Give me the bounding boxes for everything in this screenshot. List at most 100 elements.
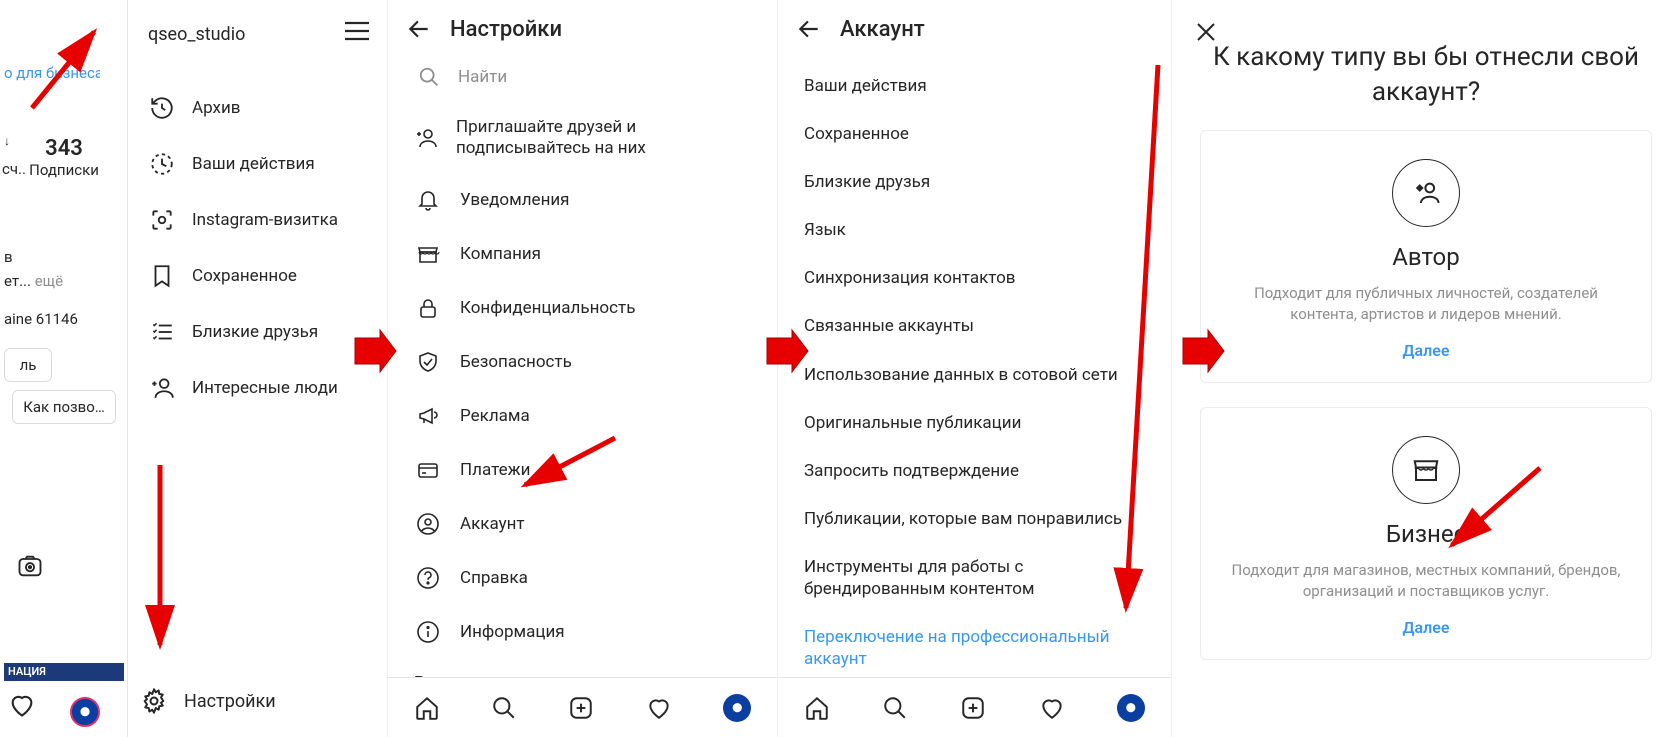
account-item-branded-content[interactable]: Инструменты для работы с брендированным … [778, 543, 1171, 613]
menu-discover-people[interactable]: Интересные люди [140, 360, 388, 416]
item-label: Уведомления [460, 190, 570, 210]
account-item-close-friends[interactable]: Близкие друзья [778, 158, 1171, 206]
switch-to-professional-link[interactable]: Переключение на профессиональный аккаунт [778, 613, 1171, 683]
menu-your-activity[interactable]: Ваши действия [140, 136, 388, 192]
clock-icon [148, 150, 176, 178]
menu-label: Архив [192, 98, 240, 118]
search-field[interactable]: Найти [388, 58, 777, 96]
card-business[interactable]: Бизнес Подходит для магазинов, местных к… [1200, 407, 1652, 660]
business-tools-link[interactable]: о для бизнеса [0, 64, 100, 82]
account-item-contacts-sync[interactable]: Синхронизация контактов [778, 254, 1171, 302]
help-icon [414, 564, 442, 592]
add-post-icon[interactable] [568, 695, 594, 721]
bell-icon [414, 186, 442, 214]
subscriptions-count: 343 [14, 136, 114, 161]
account-type-question: К какому типу вы бы отнесли свой аккаунт… [1172, 0, 1680, 130]
bookmark-icon [148, 262, 176, 290]
menu-nametag[interactable]: Instagram-визитка [140, 192, 388, 248]
menu-label: Instagram-визитка [192, 210, 338, 230]
story-thumbnail[interactable]: НАЦИЯ [4, 663, 124, 681]
search-icon [418, 66, 440, 88]
menu-label: Интересные люди [192, 378, 338, 398]
card-title: Автор [1221, 243, 1631, 271]
menu-label: Ваши действия [192, 154, 315, 174]
activity-heart-icon[interactable] [646, 695, 672, 721]
menu-label: Сохраненное [192, 266, 297, 286]
activity-heart-icon[interactable] [1039, 695, 1065, 721]
add-post-icon[interactable] [960, 695, 986, 721]
subscriptions-stat[interactable]: 343 Подписки ↓ сч.. [14, 136, 114, 179]
settings-item-security[interactable]: Безопасность [388, 335, 777, 389]
settings-list: Приглашайте друзей и подписывайтесь на н… [388, 96, 777, 708]
panel-account-type: К какому типу вы бы отнесли свой аккаунт… [1172, 0, 1680, 737]
account-item-request-verification[interactable]: Запросить подтверждение [778, 447, 1171, 495]
history-icon [148, 94, 176, 122]
search-icon[interactable] [882, 695, 908, 721]
text-fragment: в [4, 248, 13, 266]
account-item-saved[interactable]: Сохраненное [778, 110, 1171, 158]
lock-icon [414, 294, 442, 322]
menu-archive[interactable]: Архив [140, 80, 388, 136]
panel-settings: Настройки Найти Приглашайте друзей и под… [388, 0, 778, 737]
item-label: Безопасность [460, 352, 572, 372]
account-item-original-posts[interactable]: Оригинальные публикации [778, 399, 1171, 447]
settings-item-notifications[interactable]: Уведомления [388, 173, 777, 227]
back-icon[interactable] [796, 16, 822, 42]
next-button[interactable]: Далее [1221, 618, 1631, 637]
call-button[interactable]: Как позво… [12, 390, 116, 424]
profile-avatar-icon[interactable]: ⬤ [70, 697, 100, 727]
account-item-language[interactable]: Язык [778, 206, 1171, 254]
nametag-camera-icon[interactable] [16, 552, 44, 580]
account-item-cellular-data[interactable]: Использование данных в сотовой сети [778, 351, 1171, 399]
bottom-nav: ⬤ [778, 677, 1171, 737]
activity-heart-icon[interactable] [8, 691, 36, 719]
item-label: Информация [460, 622, 565, 642]
list-icon [148, 318, 176, 346]
card-title: Бизнес [1221, 520, 1631, 548]
card-description: Подходит для магазинов, местных компаний… [1221, 560, 1631, 602]
back-icon[interactable] [406, 16, 432, 42]
account-item-linked-accounts[interactable]: Связанные аккаунты [778, 302, 1171, 350]
settings-item-help[interactable]: Справка [388, 551, 777, 605]
info-icon [414, 618, 442, 646]
settings-item-privacy[interactable]: Конфиденциальность [388, 281, 777, 335]
edit-profile-button-fragment[interactable]: ль [4, 348, 52, 382]
settings-item-payments[interactable]: Платежи [388, 443, 777, 497]
settings-item-business[interactable]: Компания [388, 227, 777, 281]
shop-icon [1392, 436, 1460, 504]
card-author[interactable]: Автор Подходит для публичных личностей, … [1200, 130, 1652, 383]
gear-icon [140, 687, 168, 715]
item-label: Аккаунт [460, 514, 525, 534]
settings-item-about[interactable]: Информация [388, 605, 777, 659]
profile-left-strip: о для бизнеса 343 Подписки ↓ сч.. в ет..… [0, 0, 128, 737]
menu-settings[interactable]: Настройки [140, 687, 276, 715]
profile-avatar-icon[interactable]: ⬤ [723, 694, 751, 722]
side-menu: Архив Ваши действия Instagram-визитка Со… [140, 80, 388, 416]
card-description: Подходит для публичных личностей, создат… [1221, 283, 1631, 325]
shop-icon [414, 240, 442, 268]
author-icon [1392, 159, 1460, 227]
next-button[interactable]: Далее [1221, 341, 1631, 360]
bottom-nav: ⬤ [388, 677, 777, 737]
settings-label: Настройки [184, 691, 276, 712]
settings-item-invite[interactable]: Приглашайте друзей и подписывайтесь на н… [388, 104, 777, 173]
search-icon[interactable] [491, 695, 517, 721]
profile-avatar-icon[interactable]: ⬤ [1117, 694, 1145, 722]
user-circle-icon [414, 510, 442, 538]
account-item-activity[interactable]: Ваши действия [778, 62, 1171, 110]
settings-item-ads[interactable]: Реклама [388, 389, 777, 443]
home-icon[interactable] [414, 695, 440, 721]
item-label: Компания [460, 244, 541, 264]
hamburger-menu-icon[interactable] [343, 20, 371, 42]
menu-close-friends[interactable]: Близкие друзья [140, 304, 388, 360]
menu-saved[interactable]: Сохраненное [140, 248, 388, 304]
card-icon [414, 456, 442, 484]
location-fragment[interactable]: aine 61146 [4, 310, 78, 328]
settings-item-account[interactable]: Аккаунт [388, 497, 777, 551]
close-icon[interactable] [1194, 20, 1218, 44]
account-list: Ваши действия Сохраненное Близкие друзья… [778, 58, 1171, 735]
account-item-liked-posts[interactable]: Публикации, которые вам понравились [778, 495, 1171, 543]
subscriptions-label: Подписки [14, 161, 114, 179]
panel-account: Аккаунт Ваши действия Сохраненное Близки… [778, 0, 1172, 737]
home-icon[interactable] [804, 695, 830, 721]
